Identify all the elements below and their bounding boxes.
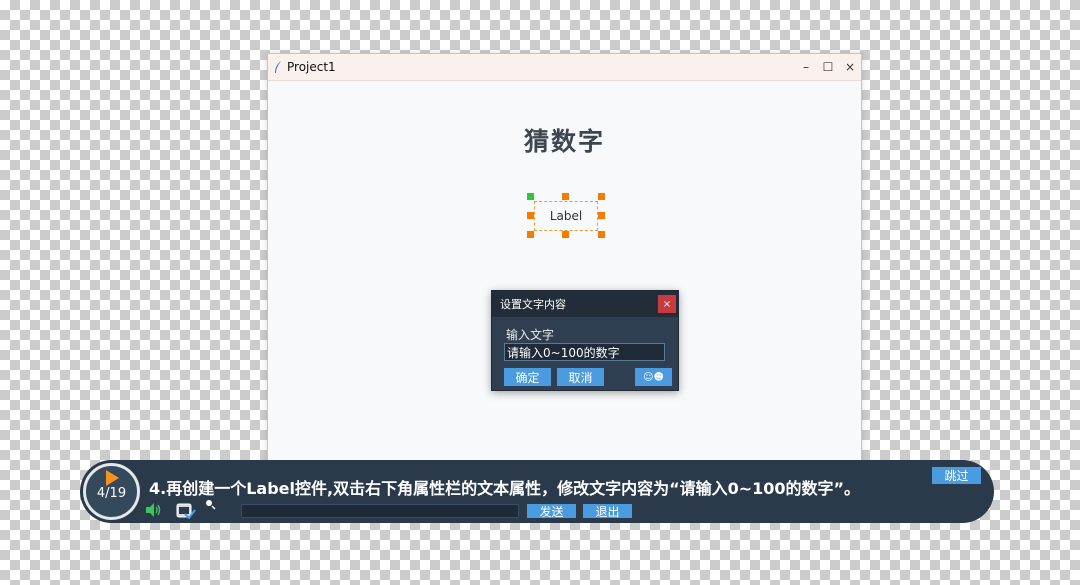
progress-track[interactable] (241, 504, 519, 518)
window-title: Project1 (287, 60, 336, 74)
ok-button[interactable]: 确定 (504, 368, 551, 386)
game-heading[interactable]: 猜数字 (268, 122, 861, 158)
selection-handle-top-right[interactable] (598, 193, 605, 200)
dialog-close-button[interactable]: × (658, 295, 676, 313)
dialog-title: 设置文字内容 (500, 298, 566, 311)
selection-handle-bottom[interactable] (562, 231, 569, 238)
tutorial-instruction: 4.再创建一个Label控件,双击右下角属性栏的文本属性，修改文字内容为“请输入… (149, 479, 861, 498)
selection-handle-top-left[interactable] (527, 193, 534, 200)
exit-button[interactable]: 退出 (583, 504, 632, 519)
dialog-field-label: 输入文字 (506, 328, 555, 342)
maximize-button[interactable]: ☐ (817, 54, 839, 80)
text-input[interactable] (504, 343, 665, 361)
cancel-button[interactable]: 取消 (557, 368, 604, 386)
app-feather-icon (275, 61, 281, 73)
selected-label-control[interactable]: Label (534, 201, 598, 231)
set-text-dialog: 设置文字内容 × 输入文字 确定 取消 ☺☻ (491, 290, 679, 391)
skip-button[interactable]: 跳过 (932, 467, 981, 484)
selection-handle-top[interactable] (562, 193, 569, 200)
step-counter: 4/19 (96, 486, 127, 501)
selection-handle-bottom-left[interactable] (527, 231, 534, 238)
window-controls: – ☐ × (795, 54, 861, 80)
tutorial-bar: 4/19 4.再创建一个Label控件,双击右下角属性栏的文本属性，修改文字内容… (80, 460, 994, 523)
send-button[interactable]: 发送 (527, 504, 576, 519)
dialog-titlebar[interactable]: 设置文字内容 × (492, 291, 678, 317)
selection-handle-bottom-right[interactable] (598, 231, 605, 238)
app-window: Project1 – ☐ × 猜数字 Label (267, 53, 862, 483)
emoji-button[interactable]: ☺☻ (635, 368, 672, 386)
play-icon[interactable] (106, 470, 119, 486)
recorder-icon[interactable] (176, 501, 196, 519)
label-control-text: Label (549, 209, 583, 223)
close-button[interactable]: × (839, 54, 861, 80)
speaker-icon[interactable] (144, 501, 162, 519)
window-titlebar[interactable]: Project1 – ☐ × (268, 54, 861, 81)
minimize-button[interactable]: – (795, 54, 817, 80)
selection-handle-right[interactable] (598, 212, 605, 219)
selection-handle-left[interactable] (527, 212, 534, 219)
pointer-icon[interactable] (204, 498, 216, 510)
